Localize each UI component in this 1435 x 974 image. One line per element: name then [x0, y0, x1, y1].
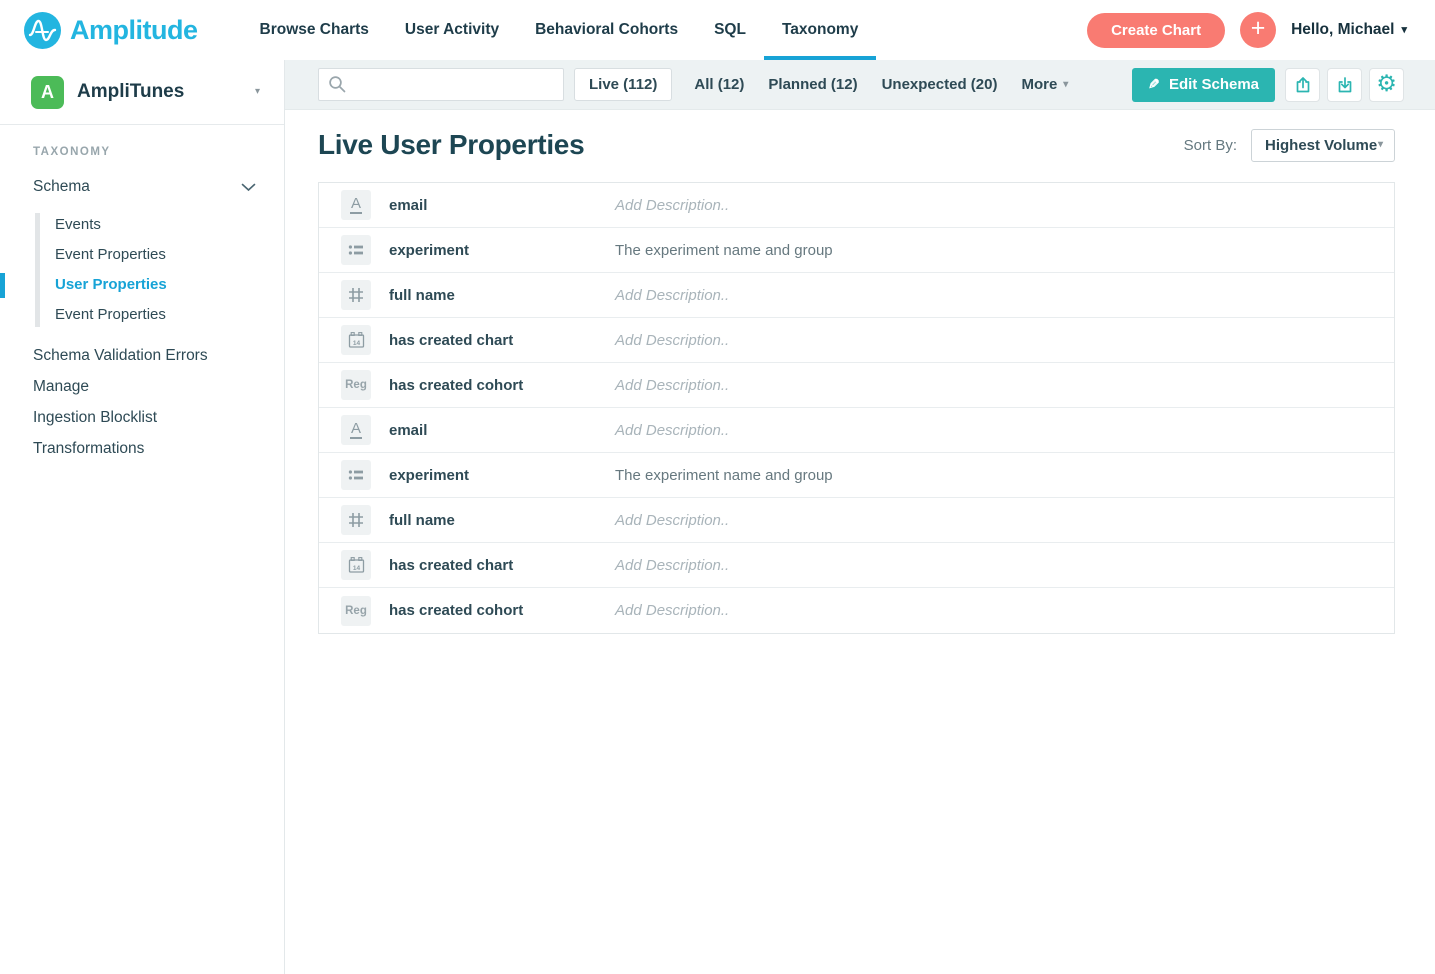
nav-item-sql[interactable]: SQL: [696, 0, 764, 60]
more-label: More: [1021, 76, 1057, 93]
table-row[interactable]: experiment The experiment name and group: [319, 228, 1394, 273]
edit-schema-label: Edit Schema: [1169, 76, 1259, 93]
sidebar-item-user-properties[interactable]: User Properties: [0, 270, 284, 300]
sort-by-value: Highest Volume: [1265, 137, 1377, 154]
create-chart-button[interactable]: Create Chart: [1087, 13, 1225, 48]
chevron-down-icon: [241, 183, 256, 192]
settings-button[interactable]: ⚙: [1369, 68, 1404, 102]
nav-item-user-activity[interactable]: User Activity: [387, 0, 517, 60]
main-nav: Browse Charts User Activity Behavioral C…: [242, 0, 877, 60]
user-menu-label: Hello, Michael: [1291, 21, 1394, 39]
table-row[interactable]: experiment The experiment name and group: [319, 453, 1394, 498]
table-row[interactable]: 14 has created chart Add Description..: [319, 543, 1394, 588]
search-box[interactable]: [318, 68, 564, 101]
main-column: Live (112) All (12) Planned (12) Unexpec…: [285, 60, 1435, 974]
pencil-icon: ✎: [1148, 76, 1160, 93]
table-row[interactable]: Reg has created cohort Add Description..: [319, 363, 1394, 408]
chevron-down-icon: ▾: [1401, 25, 1407, 36]
sidebar: A AmpliTunes ▾ TAXONOMY Schema Events Ev…: [0, 60, 285, 974]
sidebar-item-ingestion-blocklist[interactable]: Ingestion Blocklist: [0, 402, 284, 433]
brand-name: Amplitude: [70, 15, 198, 46]
reg-type-icon: Reg: [341, 596, 371, 626]
edit-schema-button[interactable]: ✎ Edit Schema: [1132, 68, 1275, 102]
sidebar-item-events[interactable]: Events: [0, 210, 284, 240]
table-row[interactable]: Reg has created cohort Add Description..: [319, 588, 1394, 633]
sidebar-item-event-properties[interactable]: Event Properties: [0, 300, 284, 330]
number-type-icon: [341, 505, 371, 535]
amplitude-logo-icon: [24, 12, 61, 49]
search-icon: [328, 75, 347, 94]
plus-icon: +: [1251, 16, 1266, 41]
table-row[interactable]: full name Add Description..: [319, 498, 1394, 543]
list-type-icon: [341, 460, 371, 490]
sidebar-item-transformations[interactable]: Transformations: [0, 433, 284, 464]
table-row[interactable]: 14 has created chart Add Description..: [319, 318, 1394, 363]
export-button[interactable]: [1285, 68, 1320, 102]
schema-children: Events Event Properties User Properties …: [0, 210, 284, 330]
user-menu[interactable]: Hello, Michael ▾: [1291, 21, 1407, 39]
list-type-icon: [341, 235, 371, 265]
table-row[interactable]: full name Add Description..: [319, 273, 1394, 318]
amplitude-logo[interactable]: Amplitude: [24, 12, 198, 49]
sort-by: Sort By: Highest Volume ▾: [1184, 129, 1395, 162]
sidebar-links: Schema Validation Errors Manage Ingestio…: [0, 340, 284, 464]
schema-label: Schema: [33, 178, 90, 196]
plus-button[interactable]: +: [1240, 12, 1276, 48]
chevron-down-icon: ▾: [255, 87, 260, 97]
svg-text:14: 14: [352, 564, 360, 571]
date-type-icon: 14: [341, 325, 371, 355]
top-header: Amplitude Browse Charts User Activity Be…: [0, 0, 1435, 60]
date-type-icon: 14: [341, 550, 371, 580]
sidebar-item-schema-validation-errors[interactable]: Schema Validation Errors: [0, 340, 284, 371]
import-button[interactable]: [1327, 68, 1362, 102]
svg-text:14: 14: [352, 339, 360, 346]
sort-by-select[interactable]: Highest Volume ▾: [1251, 129, 1395, 162]
table-row[interactable]: A email Add Description..: [319, 408, 1394, 453]
gear-icon: ⚙: [1376, 73, 1397, 96]
tab-live[interactable]: Live (112): [574, 68, 672, 101]
sidebar-section-label: TAXONOMY: [33, 146, 284, 158]
org-switcher[interactable]: A AmpliTunes ▾: [0, 60, 284, 125]
chevron-down-icon: ▾: [1378, 140, 1383, 150]
string-type-icon: A: [341, 415, 371, 445]
more-dropdown[interactable]: More ▾: [1009, 76, 1080, 93]
sidebar-item-manage[interactable]: Manage: [0, 371, 284, 402]
tab-unexpected[interactable]: Unexpected (20): [870, 76, 1010, 93]
reg-type-icon: Reg: [341, 370, 371, 400]
string-type-icon: A: [341, 190, 371, 220]
chevron-down-icon: ▾: [1063, 80, 1068, 90]
org-avatar: A: [31, 76, 64, 109]
status-tabs: Live (112) All (12) Planned (12) Unexpec…: [574, 68, 1009, 101]
sidebar-item-event-properties[interactable]: Event Properties: [0, 240, 284, 270]
table-row[interactable]: A email Add Description..: [319, 183, 1394, 228]
nav-item-behavioral-cohorts[interactable]: Behavioral Cohorts: [517, 0, 696, 60]
tab-all[interactable]: All (12): [682, 76, 756, 93]
page-title: Live User Properties: [318, 129, 584, 161]
number-type-icon: [341, 280, 371, 310]
import-icon: [1335, 75, 1355, 95]
export-icon: [1293, 75, 1313, 95]
toolbar-right: ✎ Edit Schema: [1132, 68, 1404, 102]
nav-item-taxonomy[interactable]: Taxonomy: [764, 0, 876, 60]
nav-item-browse-charts[interactable]: Browse Charts: [242, 0, 387, 60]
search-input[interactable]: [353, 76, 554, 94]
sidebar-item-schema[interactable]: Schema: [0, 172, 284, 202]
properties-table: A email Add Description.. experiment The…: [318, 182, 1395, 634]
title-row: Live User Properties Sort By: Highest Vo…: [318, 122, 1395, 168]
sort-by-label: Sort By:: [1184, 137, 1237, 154]
content-area: Live User Properties Sort By: Highest Vo…: [285, 110, 1435, 974]
org-name: AmpliTunes: [77, 81, 255, 103]
tab-planned[interactable]: Planned (12): [756, 76, 869, 93]
taxonomy-toolbar: Live (112) All (12) Planned (12) Unexpec…: [285, 60, 1435, 110]
header-right: Create Chart + Hello, Michael ▾: [1087, 12, 1407, 48]
